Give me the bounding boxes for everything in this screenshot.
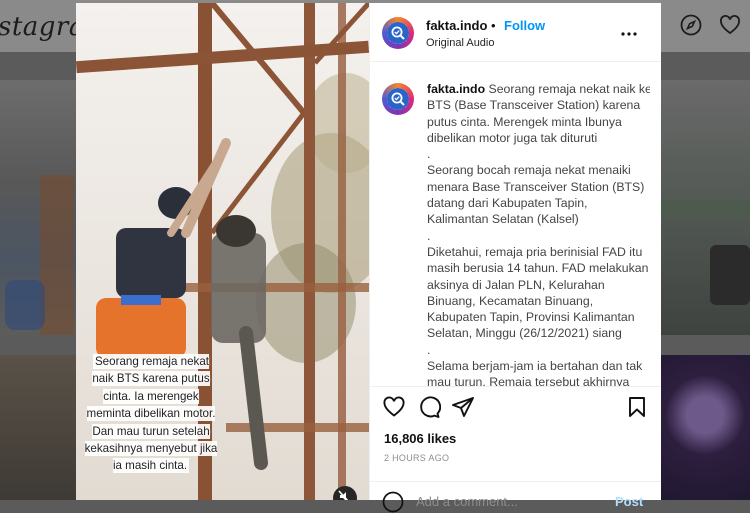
background-post-thumbnail	[0, 80, 76, 335]
header-divider	[370, 61, 661, 62]
share-icon[interactable]	[451, 395, 475, 419]
separator-dot: •	[491, 18, 496, 33]
caption-author-avatar[interactable]	[382, 83, 414, 115]
magnifier-check-icon	[391, 92, 405, 106]
audio-label[interactable]: Original Audio	[426, 37, 495, 49]
caption-username[interactable]: fakta.indo	[427, 82, 485, 96]
more-options-icon[interactable]	[620, 25, 638, 43]
post-details-panel: fakta.indo • Follow Original Audio fakta…	[369, 3, 661, 513]
avatar-logo	[387, 88, 409, 110]
author-username[interactable]: fakta.indo	[426, 18, 487, 33]
caption-section: fakta.indo Seorang remaja nekat naik ke …	[382, 81, 650, 386]
background-post-thumbnail	[660, 355, 750, 500]
save-bookmark-icon[interactable]	[625, 395, 649, 419]
post-video[interactable]: Seorang remaja nekat naik BTS karena put…	[76, 3, 369, 500]
likes-count[interactable]: 16,806 likes	[384, 431, 456, 446]
audio-muted-icon	[338, 490, 349, 500]
background-post-thumbnail	[660, 80, 750, 335]
actions-divider	[370, 386, 661, 387]
caption-body: fakta.indo Seorang remaja nekat naik ke …	[427, 81, 650, 386]
comment-input[interactable]: Add a comment...	[416, 494, 518, 509]
comment-icon[interactable]	[417, 395, 441, 419]
video-caption-text: Seorang remaja nekat naik BTS karena put…	[84, 354, 218, 474]
post-modal: Seorang remaja nekat naik BTS karena put…	[76, 3, 661, 513]
post-comment-button[interactable]: Post	[615, 494, 643, 509]
avatar-logo	[387, 22, 409, 44]
post-timestamp[interactable]: 2 HOURS AGO	[384, 453, 449, 463]
video-text-overlay: Seorang remaja nekat naik BTS karena put…	[76, 353, 226, 475]
heart-icon	[720, 15, 740, 35]
emoji-icon[interactable]	[382, 491, 404, 513]
follow-button[interactable]: Follow	[504, 18, 545, 33]
mute-button[interactable]	[333, 486, 357, 500]
comment-bar: Add a comment... Post	[370, 482, 661, 513]
caption-text: Seorang remaja nekat naik ke BTS (Base T…	[427, 82, 650, 386]
author-avatar[interactable]	[382, 17, 414, 49]
post-header: fakta.indo • Follow Original Audio	[370, 3, 661, 61]
magnifier-check-icon	[391, 26, 405, 40]
like-heart-icon[interactable]	[382, 395, 406, 419]
explore-icon	[680, 14, 702, 36]
background-post-thumbnail	[0, 355, 76, 500]
